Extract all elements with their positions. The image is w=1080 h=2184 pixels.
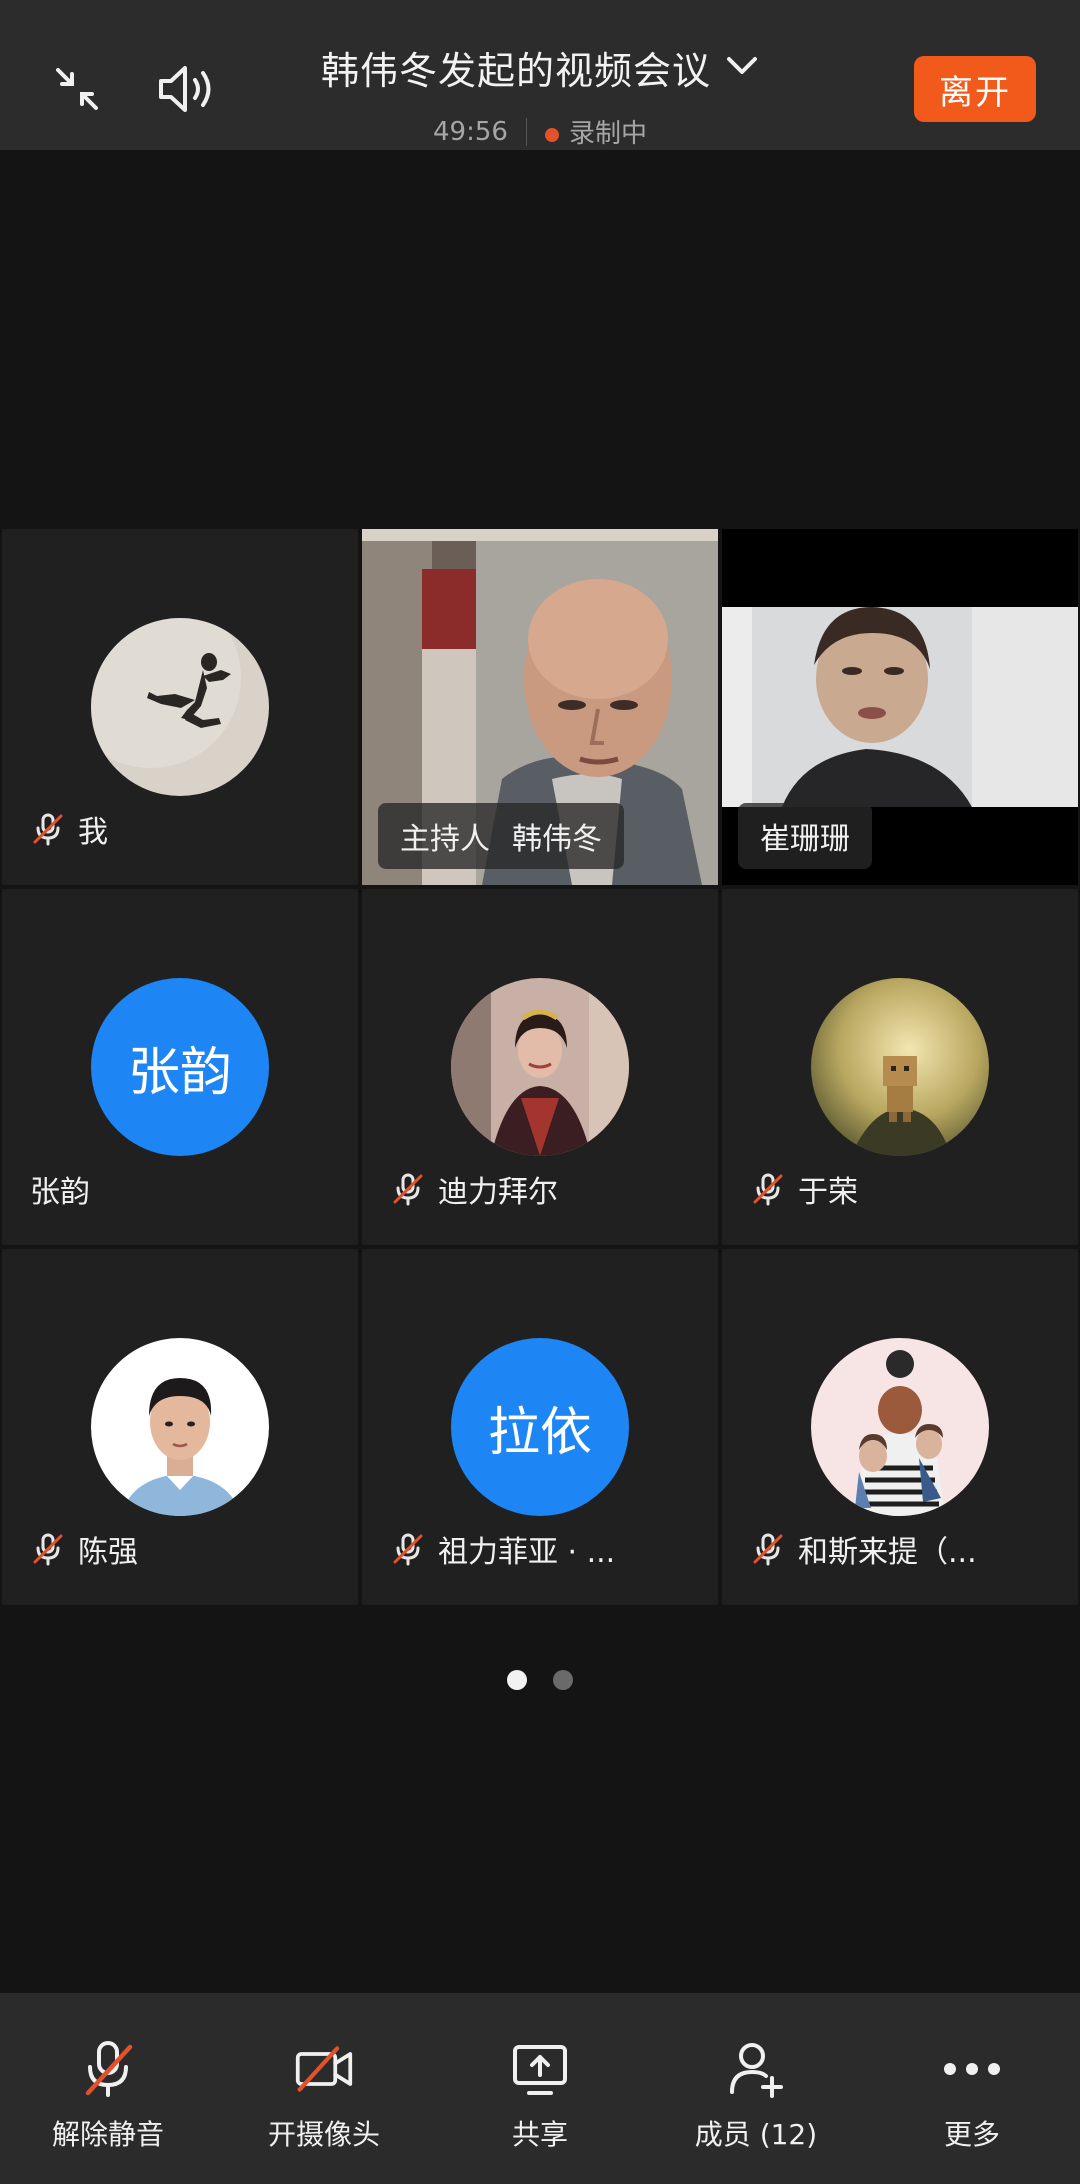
recording-dot-icon: [544, 128, 559, 142]
participant-name-chip: 崔珊珊: [738, 803, 872, 869]
meeting-title[interactable]: 韩伟冬发起的视频会议: [321, 40, 711, 95]
divider: [525, 117, 527, 146]
participant-name: 韩伟冬: [512, 822, 602, 857]
mic-off-icon: [78, 2039, 138, 2099]
unmute-button[interactable]: 解除静音: [8, 2039, 208, 2153]
participant-tile[interactable]: 张韵 张韵: [2, 889, 358, 1245]
participant-name-row: 于荣: [750, 1167, 858, 1211]
participant-name-row: 祖力菲亚 · ...: [390, 1527, 615, 1571]
avatar: [811, 1338, 989, 1516]
participant-tile[interactable]: 和斯来提（...: [722, 1249, 1078, 1605]
mic-off-icon: [753, 1173, 783, 1206]
mic-off-icon: [33, 1533, 63, 1566]
members-label: 成员 (12): [694, 2118, 818, 2151]
participant-tile[interactable]: 我: [2, 529, 358, 885]
participant-name-row: 迪力拜尔: [390, 1167, 558, 1211]
more-label: 更多: [943, 2118, 1000, 2151]
participant-name: 我: [78, 815, 108, 850]
meeting-timer: 49:56: [433, 116, 508, 147]
participant-tile[interactable]: 于荣: [722, 889, 1078, 1245]
recording-status: 录制中: [544, 113, 647, 150]
page-dot-2[interactable]: [553, 1670, 573, 1690]
chevron-down-icon[interactable]: [725, 55, 759, 81]
leave-button[interactable]: 离开: [914, 56, 1036, 122]
share-screen-icon: [510, 2039, 570, 2099]
participant-video-tile[interactable]: 主持人 韩伟冬: [362, 529, 718, 885]
unmute-label: 解除静音: [51, 2118, 164, 2151]
participant-grid: 我 主持人 韩伟冬 崔珊珊 张韵 张韵 迪力拜尔 于荣 陈强 拉依 祖力菲亚 ·…: [2, 529, 1078, 1605]
share-label: 共享: [511, 2118, 568, 2151]
participant-name: 于荣: [798, 1175, 858, 1210]
camera-button[interactable]: 开摄像头: [224, 2039, 424, 2153]
avatar: [451, 978, 629, 1156]
share-button[interactable]: 共享: [440, 2039, 640, 2153]
avatar: [811, 978, 989, 1156]
camera-label: 开摄像头: [267, 2118, 380, 2151]
camera-off-icon: [294, 2039, 354, 2099]
more-icon: [942, 2039, 1002, 2099]
participant-name: 迪力拜尔: [438, 1175, 558, 1210]
participant-video-tile[interactable]: 崔珊珊: [722, 529, 1078, 885]
top-bar: 韩伟冬发起的视频会议 49:56 录制中 离开: [0, 0, 1080, 150]
participant-name: 张韵: [30, 1175, 90, 1210]
participant-tile[interactable]: 迪力拜尔: [362, 889, 718, 1245]
participant-name-row: 和斯来提（...: [750, 1527, 977, 1571]
avatar: [91, 1338, 269, 1516]
avatar: [91, 618, 269, 796]
avatar: 拉依: [451, 1338, 629, 1516]
mic-off-icon: [393, 1533, 423, 1566]
participant-name: 和斯来提（...: [798, 1535, 977, 1570]
participant-name-row: 我: [30, 807, 108, 851]
members-button[interactable]: 成员 (12): [656, 2039, 856, 2153]
participant-tile[interactable]: 陈强: [2, 1249, 358, 1605]
participant-name: 崔珊珊: [760, 822, 850, 857]
participant-name-chip: 主持人 韩伟冬: [378, 803, 624, 869]
page-dot-1[interactable]: [507, 1670, 527, 1690]
bottom-toolbar: 解除静音 开摄像头 共享 成员 (12) 更多: [0, 1993, 1080, 2184]
mic-off-icon: [393, 1173, 423, 1206]
mic-off-icon: [33, 813, 63, 846]
add-member-icon: [726, 2039, 786, 2099]
participant-name-row: 张韵: [30, 1167, 90, 1211]
page-indicator[interactable]: [0, 1670, 1080, 1690]
host-tag: 主持人: [400, 822, 490, 857]
more-button[interactable]: 更多: [872, 2039, 1072, 2153]
participant-name: 陈强: [78, 1535, 138, 1570]
participant-tile[interactable]: 拉依 祖力菲亚 · ...: [362, 1249, 718, 1605]
mic-off-icon: [753, 1533, 783, 1566]
avatar: 张韵: [91, 978, 269, 1156]
participant-name-row: 陈强: [30, 1527, 138, 1571]
participant-name: 祖力菲亚 · ...: [438, 1535, 616, 1570]
